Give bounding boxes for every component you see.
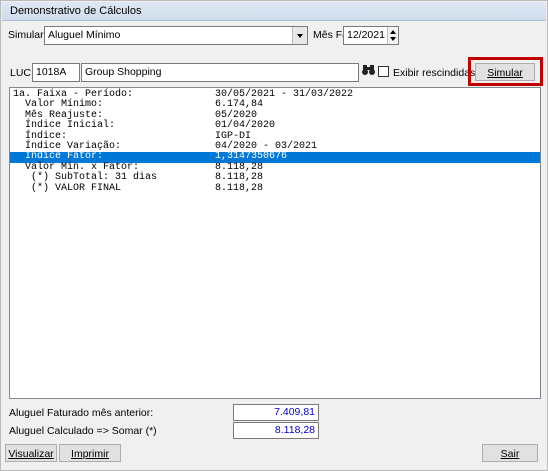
simular-label: Simular — [8, 29, 44, 41]
imprimir-label: Imprimir — [71, 448, 109, 460]
chevron-down-icon[interactable] — [292, 27, 307, 44]
imprimir-button[interactable]: Imprimir — [59, 444, 121, 462]
report-listbox[interactable]: 1a. Faixa - Período: 30/05/2021 - 31/03/2… — [9, 87, 541, 399]
highlight-box — [468, 57, 543, 86]
report-line-value: 8.118,28 — [215, 182, 264, 194]
sair-label: Sair — [500, 448, 520, 460]
exibir-rescindidas-checkbox[interactable] — [378, 66, 389, 77]
luc-code-value: 1018A — [36, 66, 67, 78]
sair-button[interactable]: Sair — [482, 444, 538, 462]
exibir-rescindidas-label: Exibir rescindidas — [393, 67, 476, 79]
binoculars-icon[interactable] — [362, 63, 375, 77]
luc-name-value: Group Shopping — [85, 66, 162, 78]
calculation-window: Demonstrativo de Cálculos Simular Alugue… — [0, 0, 548, 471]
luc-code-input[interactable]: 1018A — [32, 63, 80, 82]
luc-label: LUC — [10, 67, 32, 79]
faturado-label: Aluguel Faturado mês anterior: — [9, 407, 154, 419]
calculado-label: Aluguel Calculado => Somar (*) — [9, 425, 157, 437]
report-line-key: (*) VALOR FINAL — [13, 182, 122, 194]
spin-arrows-icon[interactable] — [387, 27, 398, 44]
report-line-value: 8.118,28 — [215, 172, 264, 184]
report-line[interactable]: (*) VALOR FINAL 8.118,28 — [10, 182, 540, 194]
visualizar-button[interactable]: Visualizar — [5, 444, 57, 462]
visualizar-label: Visualizar — [8, 448, 54, 460]
simular-select[interactable]: Aluguel Mínimo — [44, 26, 308, 45]
report-lines: 1a. Faixa - Período: 30/05/2021 - 31/03/2… — [10, 88, 540, 194]
window-title: Demonstrativo de Cálculos — [2, 2, 546, 21]
faturado-value: 7.409,81 — [233, 404, 319, 421]
report-line[interactable]: Índice Inicial: 01/04/2020 — [10, 120, 540, 131]
mes-fat-value: 12/2021 — [347, 29, 385, 41]
simular-value: Aluguel Mínimo — [48, 29, 121, 41]
calculado-value: 8.118,28 — [233, 422, 319, 439]
report-line[interactable]: (*) SubTotal: 31 dias 8.118,28 — [10, 172, 540, 184]
luc-name-field: Group Shopping — [81, 63, 359, 82]
mes-fat-input[interactable]: 12/2021 — [343, 26, 399, 45]
report-line-key: (*) SubTotal: 31 dias — [13, 172, 158, 184]
